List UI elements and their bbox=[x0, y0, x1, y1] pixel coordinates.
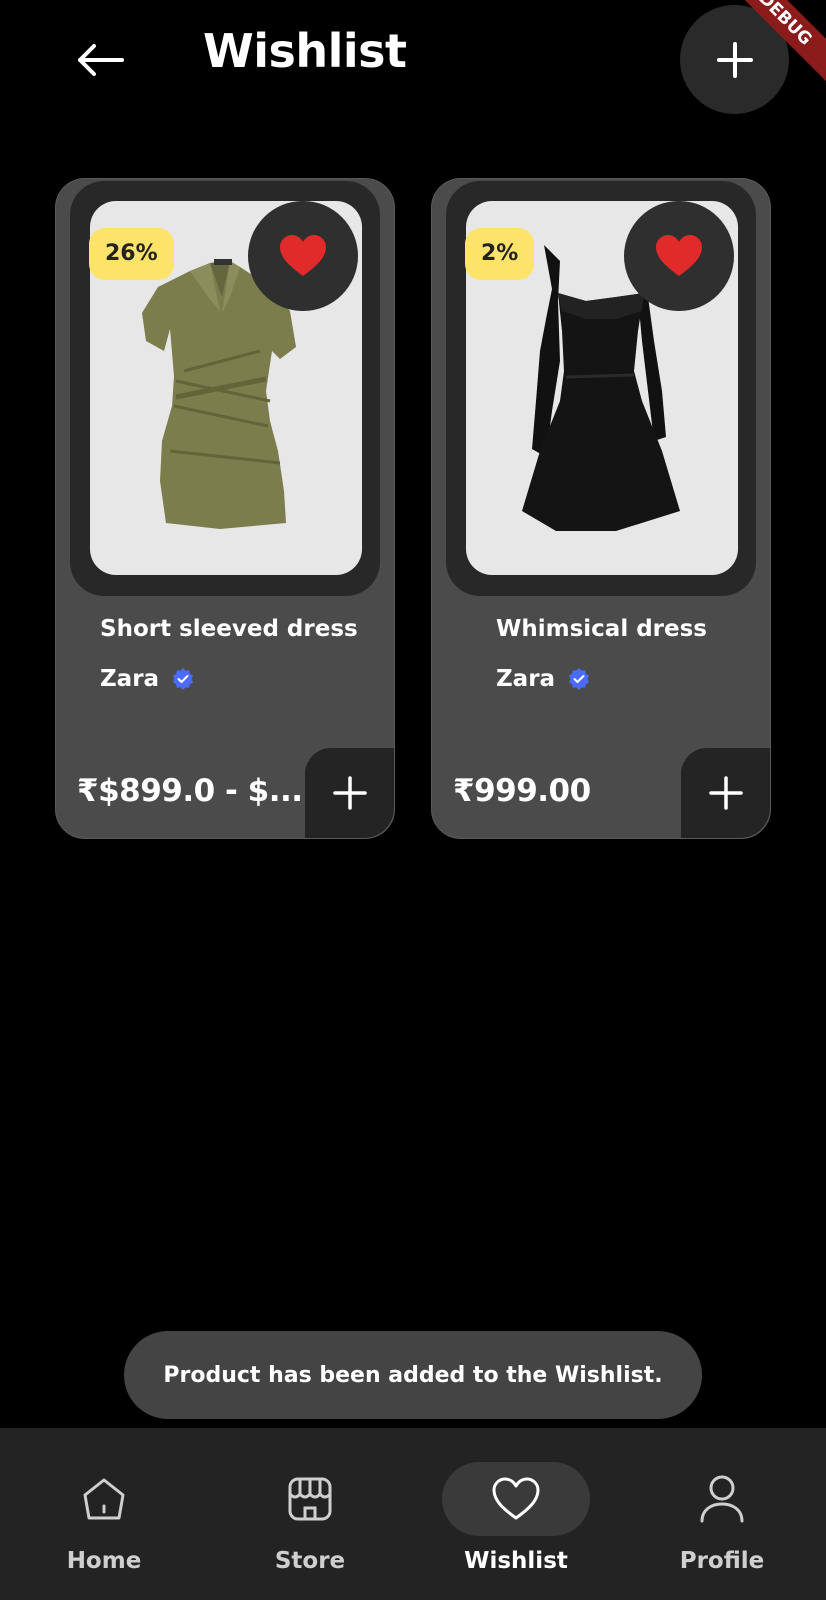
app-header: Wishlist DEBUG bbox=[0, 0, 826, 120]
product-title[interactable]: Short sleeved dress bbox=[100, 616, 358, 642]
nav-label-store: Store bbox=[274, 1548, 346, 1574]
product-card[interactable]: 26% Short sleeved dress Zara ₹$899.0 - $… bbox=[55, 178, 395, 839]
verified-badge-icon bbox=[173, 668, 194, 690]
brand-name: Zara bbox=[100, 666, 160, 692]
heart-icon bbox=[492, 1477, 540, 1520]
back-button[interactable] bbox=[72, 34, 128, 86]
heart-filled-icon bbox=[280, 235, 326, 276]
arrow-left-icon bbox=[78, 44, 124, 76]
nav-item-store[interactable]: Store bbox=[236, 1428, 384, 1600]
user-icon bbox=[700, 1475, 744, 1523]
nav-icon-container bbox=[236, 1462, 384, 1536]
product-brand: Zara bbox=[100, 666, 195, 692]
product-price: ₹$899.0 - $... bbox=[77, 773, 303, 809]
product-image-frame: 26% bbox=[70, 181, 380, 596]
nav-label-wishlist: Wishlist bbox=[464, 1548, 568, 1574]
home-icon bbox=[83, 1478, 125, 1520]
product-image-frame: 2% bbox=[446, 181, 756, 596]
plus-icon bbox=[708, 776, 743, 810]
plus-icon bbox=[332, 776, 367, 810]
add-to-cart-button[interactable] bbox=[681, 748, 770, 838]
product-title[interactable]: Whimsical dress bbox=[496, 616, 707, 642]
store-icon bbox=[288, 1477, 332, 1521]
favorite-button[interactable] bbox=[248, 201, 358, 311]
bottom-navigation: Home Store Wishlist Profile bbox=[0, 1428, 826, 1600]
nav-icon-container bbox=[442, 1462, 590, 1536]
heart-filled-icon bbox=[656, 235, 702, 276]
page-title: Wishlist bbox=[203, 24, 407, 78]
toast-message: Product has been added to the Wishlist. bbox=[163, 1362, 663, 1388]
snackbar-toast: Product has been added to the Wishlist. bbox=[124, 1331, 702, 1419]
nav-item-wishlist[interactable]: Wishlist bbox=[442, 1428, 590, 1600]
favorite-button[interactable] bbox=[624, 201, 734, 311]
product-card[interactable]: 2% Whimsical dress Zara ₹999.00 bbox=[431, 178, 771, 839]
product-brand: Zara bbox=[496, 666, 591, 692]
brand-name: Zara bbox=[496, 666, 556, 692]
nav-item-home[interactable]: Home bbox=[30, 1428, 178, 1600]
plus-icon bbox=[716, 41, 753, 78]
nav-icon-container bbox=[30, 1462, 178, 1536]
discount-badge: 2% bbox=[465, 228, 535, 280]
add-to-cart-button[interactable] bbox=[305, 748, 394, 838]
nav-item-profile[interactable]: Profile bbox=[648, 1428, 796, 1600]
nav-icon-container bbox=[648, 1462, 796, 1536]
nav-label-home: Home bbox=[66, 1548, 142, 1574]
product-price: ₹999.00 bbox=[453, 773, 591, 809]
discount-badge: 26% bbox=[89, 228, 174, 280]
nav-label-profile: Profile bbox=[679, 1548, 765, 1574]
verified-badge-icon bbox=[569, 668, 590, 690]
